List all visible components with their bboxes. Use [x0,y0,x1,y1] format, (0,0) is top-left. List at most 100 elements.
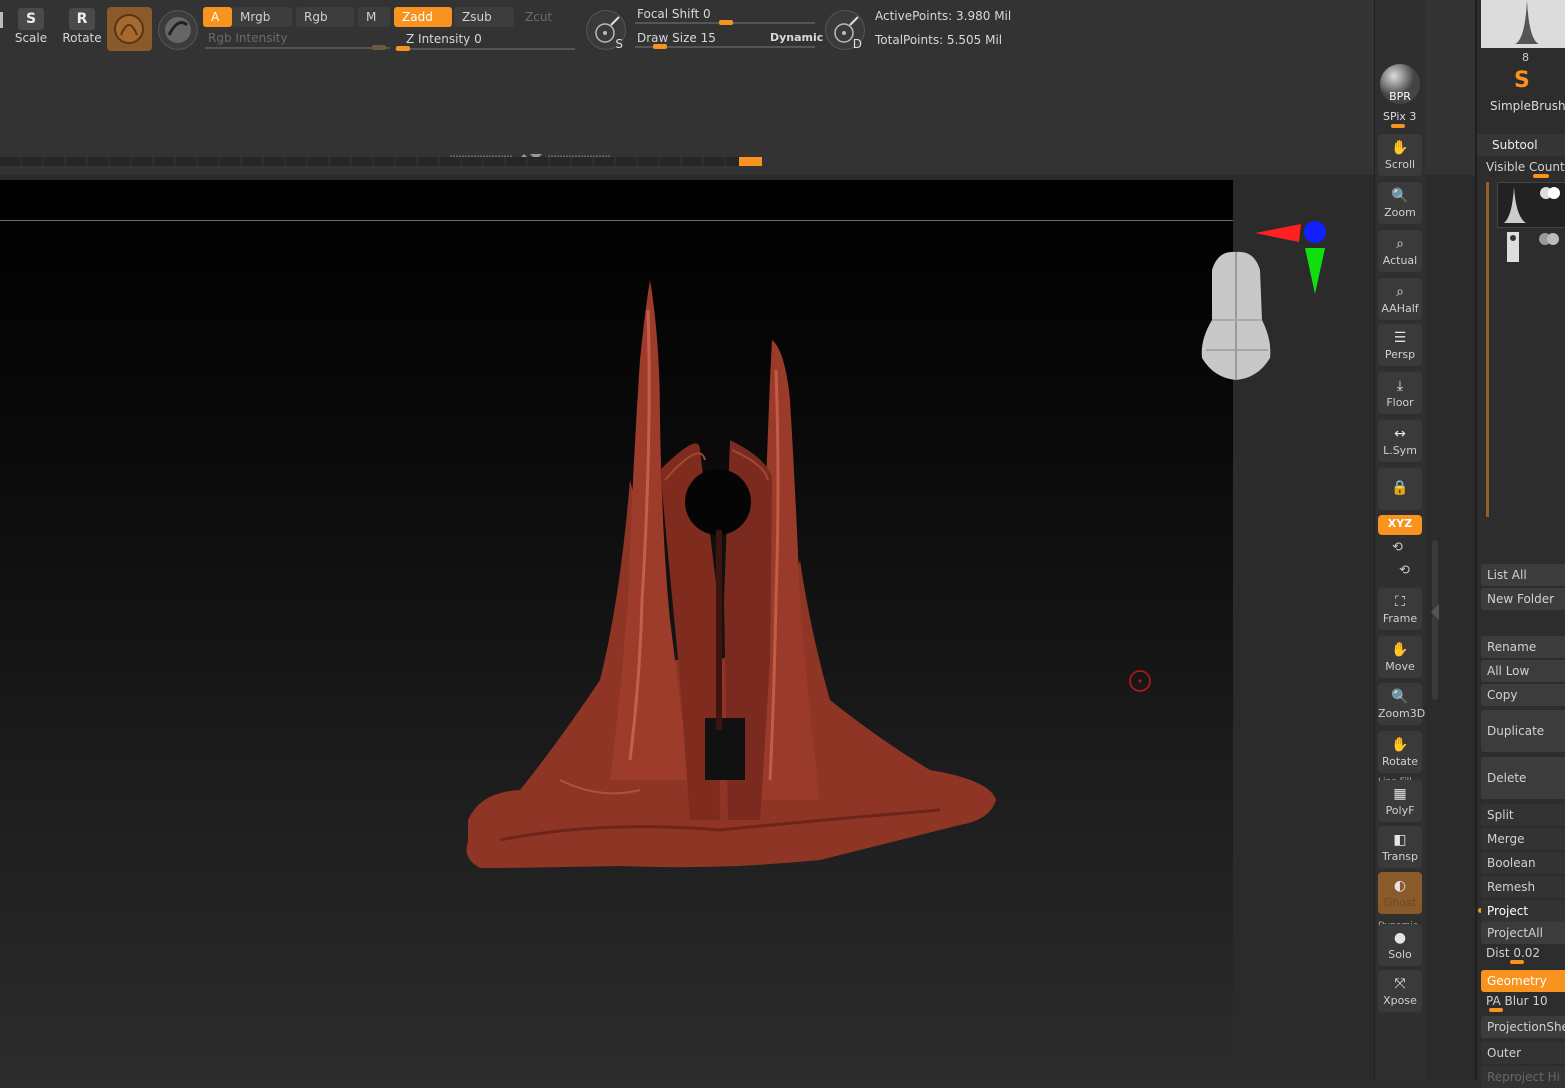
axis-gizmo-icon [1255,221,1326,294]
brush-thumbnail[interactable] [1481,0,1565,48]
projection-shell-slider[interactable]: ProjectionShe [1481,1016,1565,1038]
timeline-marker[interactable] [739,157,762,166]
shelf-scrollbar[interactable] [1432,540,1438,700]
remesh-section[interactable]: Remesh [1481,876,1565,898]
total-points-readout: TotalPoints: 5.505 Mil [875,33,1003,47]
brush-material-button[interactable] [107,7,152,51]
subtool-item-1[interactable] [1497,182,1565,228]
rgb-intensity-knob[interactable] [372,45,386,50]
persp-button[interactable]: ☰ Persp [1378,324,1422,366]
reproject-button[interactable]: Reproject Hi [1481,1066,1565,1088]
actual-button[interactable]: ⌕ Actual [1378,230,1422,272]
zadd-toggle[interactable]: Zadd [394,7,452,27]
delete-button[interactable]: Delete [1481,757,1565,799]
tray-collapse-handle[interactable] [450,145,610,160]
s-label: S [615,37,623,51]
hand-move-icon: ✋ [1391,642,1409,658]
timeline-strip[interactable] [0,157,760,166]
outer-button[interactable]: Outer [1481,1042,1565,1064]
focal-shift-knob[interactable] [719,20,733,25]
transparency-icon: ◧ [1393,832,1407,848]
solo-button[interactable]: ● Solo [1378,924,1422,966]
aahalf-button[interactable]: ⌕ AAHalf [1378,278,1422,320]
rotate-z-icon[interactable]: ⟲ [1399,563,1410,578]
rgb-toggle[interactable]: Rgb [296,7,354,27]
dist-knob[interactable] [1510,960,1524,964]
visible-count-knob[interactable] [1533,174,1549,178]
polyf-button[interactable]: ▦ PolyF [1378,780,1422,822]
subtool-item-2[interactable] [1497,228,1565,268]
z-intensity-knob[interactable] [396,46,410,51]
zcut-label: Zcut [525,10,553,24]
rotate-icon: R [69,8,95,30]
move-button[interactable]: ✋ Move [1378,636,1422,678]
pa-blur-knob[interactable] [1489,1008,1503,1012]
dynamic-toggle[interactable]: Dynamic [770,31,823,44]
transp-button[interactable]: ◧ Transp [1378,826,1422,868]
merge-section[interactable]: Merge [1481,828,1565,850]
scroll-button[interactable]: ✋ Scroll [1378,134,1422,176]
zsub-toggle[interactable]: Zsub [454,7,514,27]
dist-slider[interactable]: Dist 0.02 [1486,946,1540,960]
visible-count-slider[interactable]: Visible Count [1486,160,1565,174]
new-folder-button[interactable]: New Folder [1481,588,1565,610]
scale-label: Scale [14,31,48,45]
floor-icon: ⤓ [1396,378,1404,394]
ghost-button[interactable]: ◐ Ghost [1378,872,1422,914]
rotate3d-button[interactable]: ✋ Rotate [1378,731,1422,773]
duplicate-button[interactable]: Duplicate [1481,710,1565,752]
viewport-canvas[interactable] [0,180,1233,1080]
z-intensity-slider-label: Z Intensity 0 [406,32,482,46]
rotate-button[interactable]: R Rotate [62,8,102,45]
stroke-sphere-button[interactable] [158,10,198,50]
boolean-section[interactable]: Boolean [1481,852,1565,874]
zoom3d-label: Zoom3D [1378,707,1426,720]
all-low-button[interactable]: All Low [1481,660,1565,682]
subtool-list-scrollbar[interactable] [1486,182,1489,517]
draw-size-knob[interactable] [653,44,667,49]
copy-button[interactable]: Copy [1481,684,1565,706]
axis-gizmo[interactable] [1253,220,1333,300]
zoom3d-button[interactable]: 🔍 Zoom3D [1378,683,1426,725]
xpose-button[interactable]: ⤧ Xpose [1378,970,1422,1012]
rotate-y-icon[interactable]: ⟲ [1392,540,1403,555]
floor-button[interactable]: ⤓ Floor [1378,372,1422,414]
lsym-button[interactable]: ↔ L.Sym [1378,420,1422,462]
pa-blur-slider[interactable]: PA Blur 10 [1486,994,1548,1008]
zcut-toggle[interactable]: Zcut [517,7,573,27]
subtool-gate-thumbnail-icon [1507,232,1559,262]
spix-slider[interactable]: SPix 3 [1383,110,1416,123]
ghost-label: Ghost [1383,896,1417,909]
spix-knob[interactable] [1391,124,1405,128]
persp-label: Persp [1384,348,1416,361]
project-section[interactable]: Project [1481,900,1565,922]
perspective-grid-icon: ☰ [1393,330,1407,346]
bpr-label: BPR [1389,90,1411,103]
zoom-button[interactable]: 🔍 Zoom [1378,182,1422,224]
m-toggle[interactable]: M [358,7,390,27]
project-all-button[interactable]: ProjectAll [1481,922,1565,944]
xyz-rotation-button[interactable]: XYZ [1378,515,1422,535]
rename-button[interactable]: Rename [1481,636,1565,658]
z-intensity-track[interactable] [395,48,575,50]
draw-mode-d-button[interactable]: D [825,10,865,51]
mrgb-label: Mrgb [240,10,271,24]
split-section[interactable]: Split [1481,804,1565,826]
mrgb-toggle[interactable]: Mrgb [232,7,292,27]
collapse-arrow-icon[interactable] [1431,604,1439,620]
zsub-label: Zsub [462,10,492,24]
brush-preview-icon [1481,0,1565,48]
a-toggle[interactable]: A [203,7,232,27]
rgb-intensity-track[interactable] [205,47,390,49]
brush-name: SimpleBrush [1490,99,1565,113]
geometry-toggle[interactable]: Geometry [1481,970,1565,992]
lock-camera-button[interactable]: 🔒 [1378,468,1422,510]
floor-label: Floor [1386,396,1414,409]
draw-mode-s-button[interactable]: S [586,10,626,51]
scale-button[interactable]: S Scale [14,8,48,45]
frame-icon: ⛶ [1395,594,1405,610]
frame-button[interactable]: ⛶ Frame [1378,588,1422,630]
bpr-button[interactable]: BPR [1378,62,1422,108]
list-all-button[interactable]: List All [1481,564,1565,586]
actual-size-icon: ⌕ [1396,236,1404,252]
